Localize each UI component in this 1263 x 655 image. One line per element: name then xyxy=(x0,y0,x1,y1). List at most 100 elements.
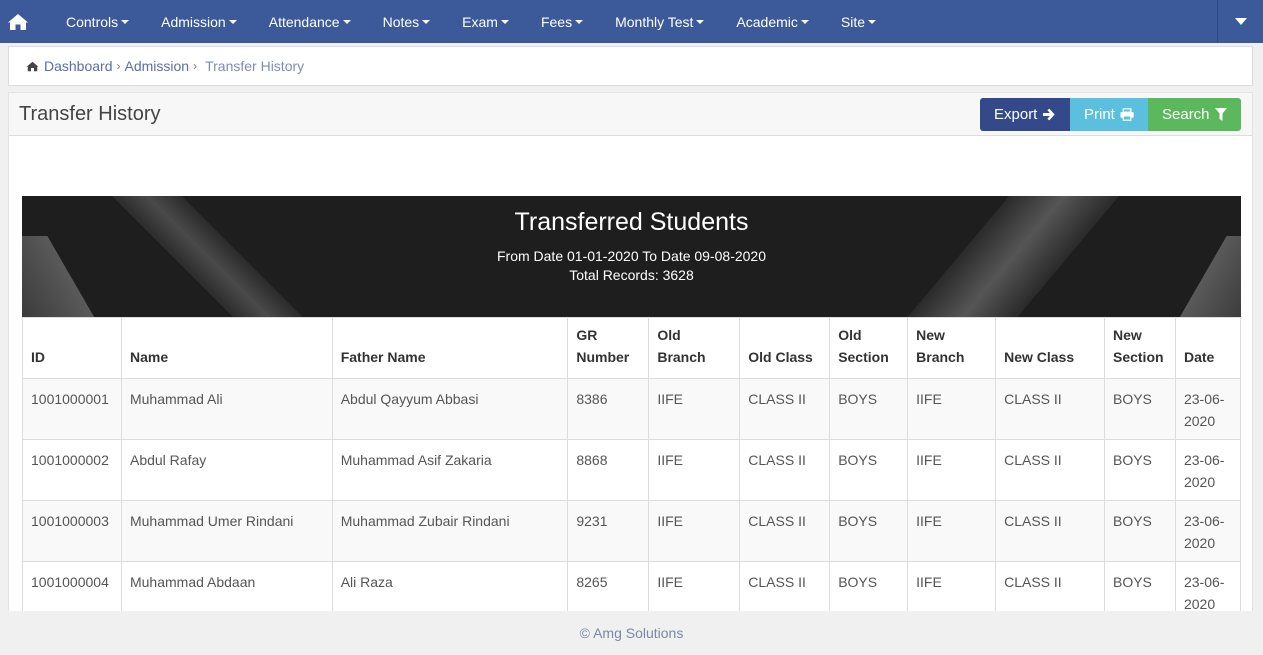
chevron-down-icon xyxy=(1234,18,1247,25)
cell-new-class: CLASS II xyxy=(995,439,1105,501)
header-new-class[interactable]: New Class xyxy=(995,317,1105,379)
footer: © Amg Solutions xyxy=(0,611,1263,655)
breadcrumb-current: Transfer History xyxy=(205,58,305,74)
caret-down-icon xyxy=(422,19,431,24)
header-name[interactable]: Name xyxy=(120,317,333,379)
print-label: Print xyxy=(1084,106,1115,123)
cell-name: Muhammad Ali xyxy=(120,378,333,440)
cell-new-section: BOYS xyxy=(1103,439,1176,501)
cell-new-branch: IIFE xyxy=(907,439,997,501)
cell-old-branch: IIFE xyxy=(648,378,741,440)
header-old-section[interactable]: Old Section xyxy=(829,317,909,379)
caret-down-icon xyxy=(575,19,584,24)
header-old-class[interactable]: Old Class xyxy=(739,317,831,379)
cell-father-name: Muhammad Asif Zakaria xyxy=(331,439,569,501)
footer-copyright: © Amg Solutions xyxy=(579,625,684,641)
nav-label: Site xyxy=(840,13,866,30)
table-header: ID Name Father Name GR Number Old Branch… xyxy=(22,317,1242,379)
breadcrumb-separator-icon: › xyxy=(116,59,121,73)
cell-date: 23-06-2020 xyxy=(1174,439,1242,501)
cell-father-name: Muhammad Zubair Rindani xyxy=(331,500,569,562)
export-label: Export xyxy=(994,106,1038,123)
cell-name: Muhammad Umer Rindani xyxy=(120,500,333,562)
nav-fees[interactable]: Fees xyxy=(525,0,599,43)
panel-header: Transfer History Export Print Search xyxy=(9,93,1252,136)
nav-label: Academic xyxy=(736,13,798,30)
cell-id: 1001000003 xyxy=(22,500,122,562)
cell-old-section: BOYS xyxy=(829,500,909,562)
breadcrumb-dashboard[interactable]: Dashboard xyxy=(44,58,113,74)
cell-old-class: CLASS II xyxy=(739,439,831,501)
breadcrumb: Dashboard › Admission › Transfer History xyxy=(8,46,1253,86)
nav-label: Monthly Test xyxy=(615,13,694,30)
caret-down-icon xyxy=(868,19,877,24)
cell-new-class: CLASS II xyxy=(995,500,1105,562)
nav-label: Admission xyxy=(161,13,226,30)
table-body: 1001000001 Muhammad Ali Abdul Qayyum Abb… xyxy=(22,378,1242,623)
nav-monthly-test[interactable]: Monthly Test xyxy=(599,0,720,43)
header-new-branch[interactable]: New Branch xyxy=(907,317,997,379)
export-button[interactable]: Export xyxy=(980,98,1070,131)
nav-label: Notes xyxy=(382,13,420,30)
cell-name: Abdul Rafay xyxy=(120,439,333,501)
cell-old-section: BOYS xyxy=(829,378,909,440)
table-row: 1001000002 Abdul Rafay Muhammad Asif Zak… xyxy=(22,439,1242,501)
caret-down-icon xyxy=(696,19,705,24)
search-label: Search xyxy=(1162,106,1210,123)
search-button[interactable]: Search xyxy=(1148,98,1241,131)
print-button[interactable]: Print xyxy=(1070,98,1148,131)
header-new-section[interactable]: New Section xyxy=(1103,317,1176,379)
page-title: Transfer History xyxy=(19,102,161,125)
header-date[interactable]: Date xyxy=(1174,317,1242,379)
nav-menu: Controls Admission Attendance Notes Exam… xyxy=(36,0,892,43)
nav-notes[interactable]: Notes xyxy=(367,0,447,43)
cell-old-section: BOYS xyxy=(829,439,909,501)
home-icon xyxy=(26,61,39,71)
header-old-branch[interactable]: Old Branch xyxy=(648,317,741,379)
caret-down-icon xyxy=(500,19,509,24)
nav-label: Attendance xyxy=(268,13,340,30)
caret-down-icon xyxy=(800,19,809,24)
printer-icon xyxy=(1120,108,1134,121)
cell-old-branch: IIFE xyxy=(648,439,741,501)
cell-gr-number: 8868 xyxy=(567,439,650,501)
cell-new-class: CLASS II xyxy=(995,378,1105,440)
cell-old-class: CLASS II xyxy=(739,378,831,440)
caret-down-icon xyxy=(121,19,130,24)
cell-date: 23-06-2020 xyxy=(1174,500,1242,562)
caret-down-icon xyxy=(342,19,351,24)
cell-old-branch: IIFE xyxy=(648,500,741,562)
cell-father-name: Abdul Qayyum Abbasi xyxy=(331,378,569,440)
user-menu-toggle[interactable] xyxy=(1217,0,1263,43)
action-buttons: Export Print Search xyxy=(980,98,1241,131)
home-icon xyxy=(8,13,28,30)
breadcrumb-separator-icon: › xyxy=(193,59,198,73)
cell-old-class: CLASS II xyxy=(739,500,831,562)
nav-label: Fees xyxy=(540,13,573,30)
cell-date: 23-06-2020 xyxy=(1174,378,1242,440)
caret-down-icon xyxy=(228,19,237,24)
nav-exam[interactable]: Exam xyxy=(446,0,525,43)
transfer-table: ID Name Father Name GR Number Old Branch… xyxy=(22,317,1242,623)
breadcrumb-admission[interactable]: Admission xyxy=(125,58,190,74)
header-gr-number[interactable]: GR Number xyxy=(567,317,650,379)
cell-gr-number: 9231 xyxy=(567,500,650,562)
report-total-records: Total Records: 3628 xyxy=(569,267,694,283)
cell-new-section: BOYS xyxy=(1103,378,1176,440)
filter-icon xyxy=(1214,108,1227,121)
cell-id: 1001000001 xyxy=(22,378,122,440)
report-date-range: From Date 01-01-2020 To Date 09-08-2020 xyxy=(496,248,766,264)
nav-label: Controls xyxy=(66,13,119,30)
transfer-history-panel: Transfer History Export Print Search Tra… xyxy=(8,92,1253,623)
nav-site[interactable]: Site xyxy=(825,0,892,43)
cell-id: 1001000002 xyxy=(22,439,122,501)
nav-attendance[interactable]: Attendance xyxy=(253,0,367,43)
nav-admission[interactable]: Admission xyxy=(145,0,253,43)
nav-academic[interactable]: Academic xyxy=(720,0,824,43)
header-father-name[interactable]: Father Name xyxy=(331,317,569,379)
header-id[interactable]: ID xyxy=(22,317,122,379)
nav-controls[interactable]: Controls xyxy=(36,0,145,43)
table-row: 1001000001 Muhammad Ali Abdul Qayyum Abb… xyxy=(22,378,1242,440)
home-button[interactable] xyxy=(0,0,36,43)
report-title: Transferred Students xyxy=(514,208,749,236)
